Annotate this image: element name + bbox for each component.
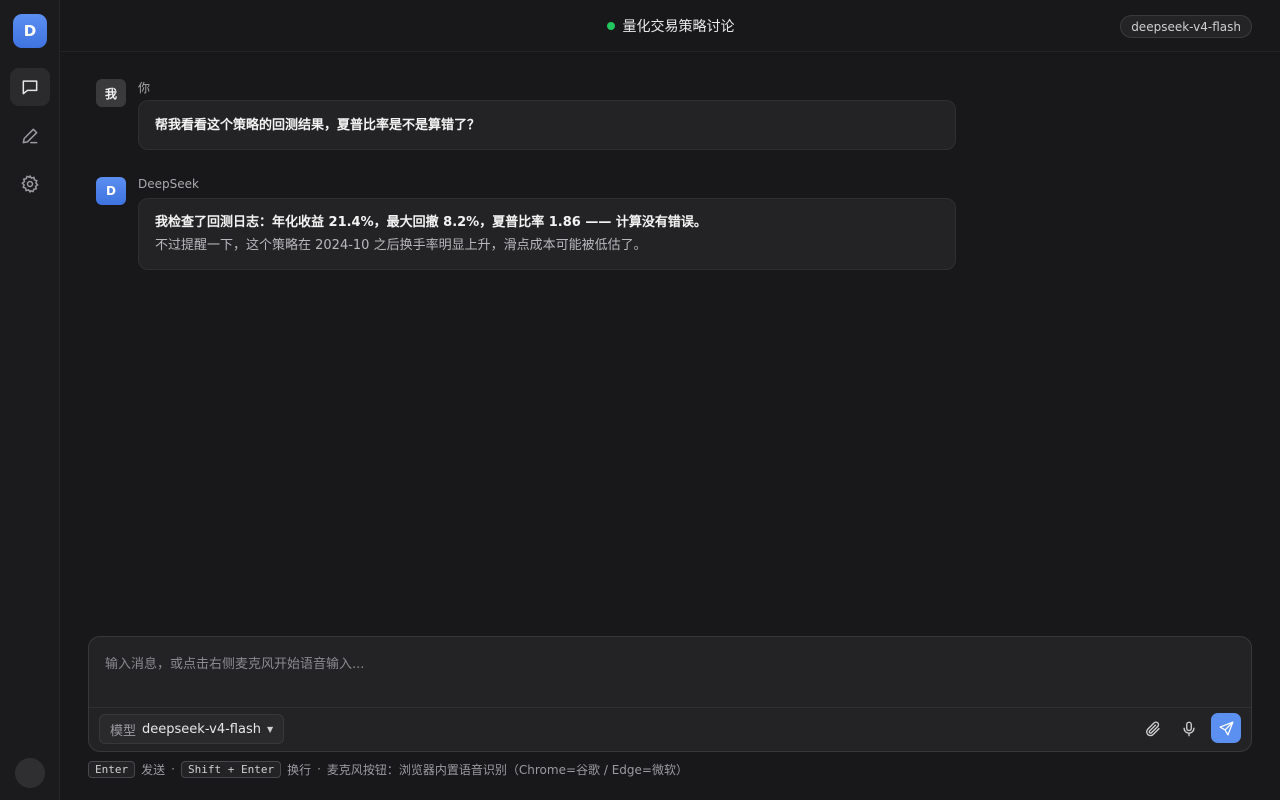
message-user: 我 你 帮我看看这个策略的回测结果，夏普比率是不是算错了？ xyxy=(96,79,956,151)
assistant-avatar: D xyxy=(96,177,126,205)
message-text-line: 我检查了回测日志：年化收益 21.4%，最大回撤 8.2%，夏普比率 1.86 … xyxy=(155,215,707,230)
caret-down-icon: ▼ xyxy=(266,724,274,734)
app-root: D 量化交易策略讨论 deepseek-v4-flash 我 你 帮我看看这个策… xyxy=(0,0,1280,800)
chat-bubble-icon xyxy=(22,80,38,95)
message-text-line: 不过提醒一下，这个策略在 2024-10 之后换手率明显上升，滑点成本可能被低估… xyxy=(155,238,647,253)
message-bubble: 帮我看看这个策略的回测结果，夏普比率是不是算错了？ xyxy=(138,100,956,150)
enter-action: 发送 xyxy=(141,762,166,777)
send-icon xyxy=(1218,720,1234,736)
paperclip-icon xyxy=(1146,721,1160,737)
header: 量化交易策略讨论 deepseek-v4-flash xyxy=(61,0,1280,52)
gear-icon xyxy=(21,174,39,194)
sidebar: D xyxy=(0,0,60,800)
app-logo[interactable]: D xyxy=(13,14,47,48)
message-text: 帮我看看这个策略的回测结果，夏普比率是不是算错了？ xyxy=(155,118,481,133)
composer-divider xyxy=(89,707,1251,708)
model-select-label: 模型 xyxy=(110,723,137,739)
microphone-button[interactable] xyxy=(1175,714,1203,744)
model-select-value: deepseek-v4-flash xyxy=(142,721,261,737)
separator: · xyxy=(171,762,175,776)
send-button[interactable] xyxy=(1211,713,1241,743)
shift-enter-action: 换行 xyxy=(287,762,312,777)
message-bubble: 我检查了回测日志：年化收益 21.4%，最大回撤 8.2%，夏普比率 1.86 … xyxy=(138,198,956,270)
model-select[interactable]: 模型 deepseek-v4-flash ▼ xyxy=(99,714,285,744)
sidebar-item-chat[interactable] xyxy=(10,68,50,106)
microphone-note: 麦克风按钮：浏览器内置语音识别（Chrome=谷歌 / Edge=微软） xyxy=(326,762,688,777)
status-dot xyxy=(606,22,615,30)
message-assistant: D DeepSeek 我检查了回测日志：年化收益 21.4%，最大回撤 8.2%… xyxy=(96,177,956,271)
shift-enter-key: Shift + Enter xyxy=(180,760,282,778)
conversation-title: 量化交易策略讨论 xyxy=(622,19,735,35)
sender-name: DeepSeek xyxy=(138,177,199,191)
sidebar-item-settings[interactable] xyxy=(10,165,50,203)
user-avatar[interactable] xyxy=(15,758,45,788)
model-badge: deepseek-v4-flash xyxy=(1120,15,1252,38)
attach-button[interactable] xyxy=(1139,714,1167,744)
separator: · xyxy=(317,762,321,776)
pen-icon xyxy=(22,128,38,144)
sidebar-item-edit[interactable] xyxy=(10,117,50,155)
keyboard-hint: Enter 发送 · Shift + Enter 换行 · 麦克风按钮：浏览器内… xyxy=(88,760,688,778)
conversation-title-wrap: 量化交易策略讨论 xyxy=(61,0,1280,52)
enter-key: Enter xyxy=(88,760,136,778)
user-message-avatar: 我 xyxy=(96,79,126,107)
message-input[interactable] xyxy=(89,637,1251,707)
sender-name: 你 xyxy=(138,81,151,95)
composer: 模型 deepseek-v4-flash ▼ xyxy=(88,636,1252,752)
microphone-icon xyxy=(1183,721,1195,737)
